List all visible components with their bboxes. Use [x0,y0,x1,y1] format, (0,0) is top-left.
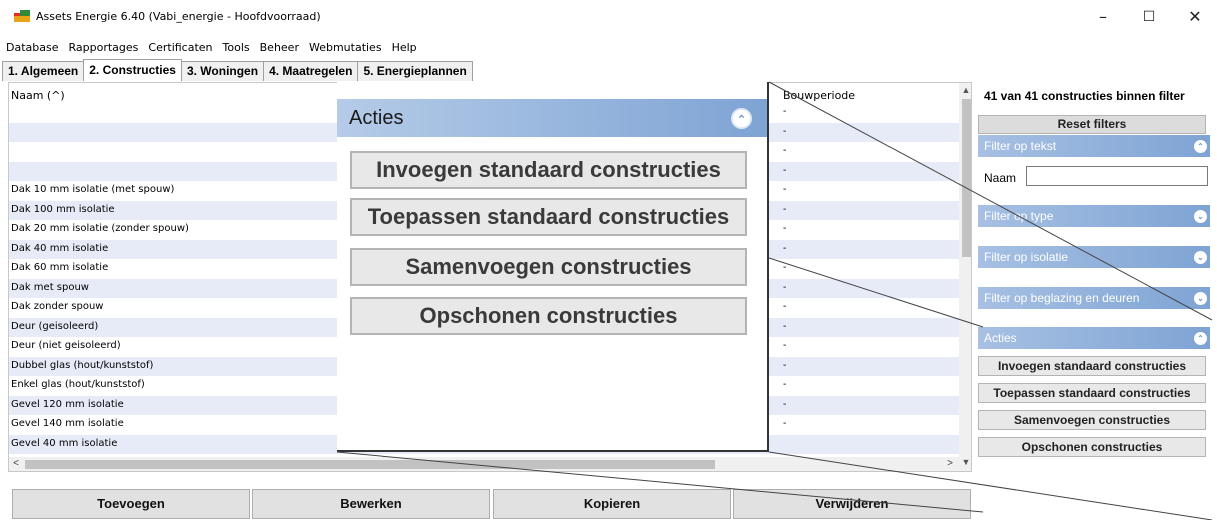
section-acties[interactable]: Acties ⌃ [978,327,1210,349]
column-header-bouwperiode[interactable]: Bouwperiode [783,89,855,102]
callout-acties-header[interactable]: Acties ⌃ [337,99,767,137]
menu-webmutaties[interactable]: Webmutaties [304,38,387,58]
invoegen-standaard-button[interactable]: Invoegen standaard constructies [978,356,1206,376]
tab-energieplannen[interactable]: 5. Energieplannen [357,61,473,81]
menu-tools[interactable]: Tools [218,38,255,58]
row-bouwperiode: - [783,398,787,410]
row-bouwperiode: - [783,223,787,234]
close-button[interactable]: ✕ [1172,2,1217,32]
column-header-naam[interactable]: Naam (^) [11,89,65,102]
menu-help[interactable]: Help [387,38,422,58]
app-logo-icon [14,10,30,22]
chevron-down-icon[interactable]: ⌄ [1194,210,1207,223]
scroll-right-icon[interactable]: > [943,457,957,471]
row-bouwperiode: - [783,242,787,254]
row-bouwperiode: - [783,301,787,312]
row-bouwperiode: - [783,320,787,332]
naam-label: Naam [984,171,1017,185]
horizontal-scrollbar[interactable]: < > [9,457,959,471]
acties-zoom-callout: Acties ⌃ Invoegen standaard constructies… [337,82,769,452]
menu-beheer[interactable]: Beheer [255,38,304,58]
menu-rapportages[interactable]: Rapportages [64,38,144,58]
scroll-down-icon[interactable]: ▼ [959,455,971,469]
toepassen-standaard-button[interactable]: Toepassen standaard constructies [978,383,1206,403]
kopieren-button[interactable]: Kopieren [493,489,731,519]
row-name: Deur (niet geisoleerd) [11,340,121,351]
row-bouwperiode: - [783,184,787,195]
row-bouwperiode: - [783,379,787,390]
row-name: Dak met spouw [11,281,89,293]
section-filter-op-isolatie-label: Filter op isolatie [984,250,1069,264]
scroll-up-icon[interactable]: ▲ [959,83,971,97]
tab-constructies[interactable]: 2. Constructies [83,59,182,81]
row-name: Gevel 140 mm isolatie [11,418,124,429]
row-name: Gevel 120 mm isolatie [11,398,124,410]
samenvoegen-button[interactable]: Samenvoegen constructies [978,410,1206,430]
callout-toepassen-button[interactable]: Toepassen standaard constructies [350,198,747,236]
menu-bar: Database Rapportages Certificaten Tools … [0,38,422,58]
section-filter-op-type[interactable]: Filter op type ⌄ [978,205,1210,227]
filter-panel: 41 van 41 constructies binnen filter Res… [976,82,1216,472]
vertical-scroll-thumb[interactable] [962,99,971,257]
row-bouwperiode: - [783,164,787,176]
callout-invoegen-button[interactable]: Invoegen standaard constructies [350,151,747,189]
maximize-button[interactable]: ☐ [1126,2,1172,32]
row-name: Dak 10 mm isolatie (met spouw) [11,184,175,195]
chevron-up-icon[interactable]: ⌃ [1194,332,1207,345]
tab-strip: 1. Algemeen 2. Constructies 3. Woningen … [2,59,473,81]
section-acties-label: Acties [984,331,1017,345]
vertical-scrollbar[interactable]: ▲ ▼ [959,83,971,471]
title-bar: Assets Energie 6.40 (Vabi_energie - Hoof… [0,0,1217,34]
callout-acties-title: Acties [349,107,404,129]
callout-samenvoegen-button[interactable]: Samenvoegen constructies [350,248,747,286]
verwijderen-button[interactable]: Verwijderen [733,489,971,519]
row-bouwperiode: - [783,203,787,215]
chevron-down-icon[interactable]: ⌄ [1194,251,1207,264]
row-name: Dak zonder spouw [11,301,104,312]
filter-count-text: 41 van 41 constructies binnen filter [984,89,1185,103]
tab-woningen[interactable]: 3. Woningen [180,61,265,81]
row-name: Dak 100 mm isolatie [11,203,115,215]
row-bouwperiode: - [783,145,787,156]
section-filter-op-isolatie[interactable]: Filter op isolatie ⌄ [978,246,1210,268]
minimize-button[interactable]: – [1080,2,1126,32]
section-filter-op-tekst[interactable]: Filter op tekst ⌃ [978,135,1210,157]
chevron-down-icon[interactable]: ⌄ [1194,292,1207,305]
scroll-left-icon[interactable]: < [9,457,23,471]
tab-maatregelen[interactable]: 4. Maatregelen [263,61,359,81]
row-bouwperiode: - [783,281,787,293]
row-bouwperiode: - [783,340,787,351]
row-bouwperiode: - [783,359,787,371]
menu-certificaten[interactable]: Certificaten [143,38,217,58]
tab-algemeen[interactable]: 1. Algemeen [2,61,85,81]
toevoegen-button[interactable]: Toevoegen [12,489,250,519]
row-bouwperiode: - [783,125,787,137]
chevron-up-icon[interactable]: ⌃ [731,108,752,129]
window-title: Assets Energie 6.40 (Vabi_energie - Hoof… [36,10,321,23]
row-name: Gevel 40 mm isolatie [11,437,118,449]
callout-opschonen-button[interactable]: Opschonen constructies [350,297,747,335]
menu-database[interactable]: Database [0,38,64,58]
opschonen-button[interactable]: Opschonen constructies [978,437,1206,457]
naam-filter-input[interactable] [1026,166,1208,186]
chevron-up-icon[interactable]: ⌃ [1194,140,1207,153]
row-bouwperiode: - [783,418,787,429]
row-bouwperiode: - [783,262,787,273]
section-filter-op-beglazing[interactable]: Filter op beglazing en deuren ⌄ [978,287,1210,309]
row-name: Dak 40 mm isolatie [11,242,109,254]
section-filter-op-beglazing-label: Filter op beglazing en deuren [984,291,1140,305]
section-filter-op-type-label: Filter op type [984,209,1054,223]
horizontal-scroll-thumb[interactable] [25,460,715,469]
reset-filters-button[interactable]: Reset filters [978,115,1206,134]
row-name: Dak 20 mm isolatie (zonder spouw) [11,223,189,234]
row-name: Dak 60 mm isolatie [11,262,109,273]
bewerken-button[interactable]: Bewerken [252,489,490,519]
row-name: Enkel glas (hout/kunststof) [11,379,145,390]
row-name: Dubbel glas (hout/kunststof) [11,359,154,371]
row-name: Deur (geisoleerd) [11,320,99,332]
row-bouwperiode: - [783,106,787,117]
section-filter-op-tekst-label: Filter op tekst [984,139,1057,153]
